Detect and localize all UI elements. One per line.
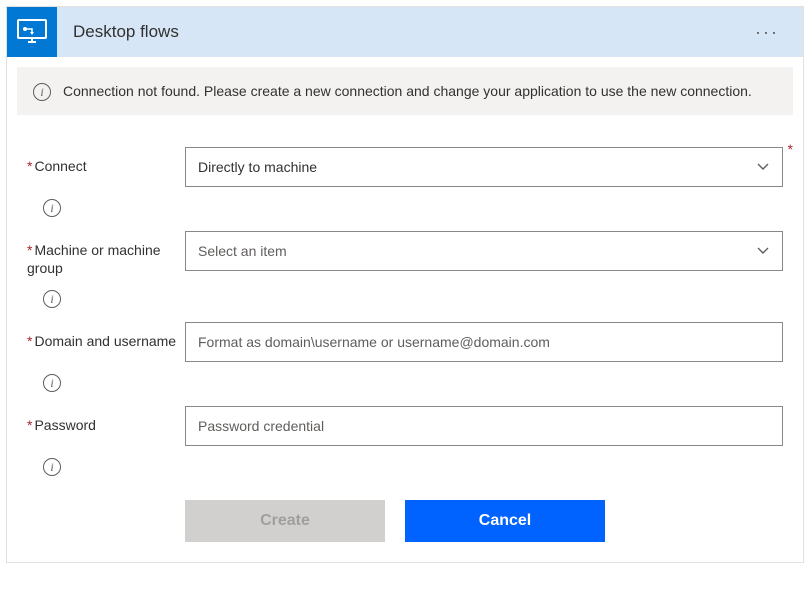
connect-select[interactable]: Directly to machine [185, 147, 783, 187]
info-icon[interactable]: i [43, 199, 61, 217]
info-icon: i [33, 83, 51, 101]
required-asterisk: * [27, 333, 32, 349]
connection-form: *Connect Directly to machine * i *Machin… [7, 125, 803, 561]
domain-user-label: *Domain and username [27, 322, 185, 350]
domain-user-row: *Domain and username [27, 322, 783, 362]
warning-message: Connection not found. Please create a ne… [63, 81, 752, 101]
connect-info-row: i [27, 199, 783, 217]
machine-row: *Machine or machine group Select an item [27, 231, 783, 277]
chevron-down-icon [756, 160, 770, 174]
info-icon[interactable]: i [43, 290, 61, 308]
desktop-flows-panel: Desktop flows ··· i Connection not found… [6, 6, 804, 563]
required-asterisk: * [27, 242, 32, 258]
info-icon[interactable]: i [43, 458, 61, 476]
connect-select-value: Directly to machine [198, 159, 317, 175]
warning-banner: i Connection not found. Please create a … [17, 67, 793, 115]
cancel-button[interactable]: Cancel [405, 500, 605, 542]
password-input[interactable] [185, 406, 783, 446]
machine-label: *Machine or machine group [27, 231, 185, 277]
password-info-row: i [27, 458, 783, 476]
chevron-down-icon [756, 244, 770, 258]
connect-label: *Connect [27, 147, 185, 175]
form-buttons: Create Cancel [185, 500, 783, 542]
password-row: *Password [27, 406, 783, 446]
machine-info-row: i [27, 290, 783, 308]
more-options-button[interactable]: ··· [747, 18, 787, 47]
machine-select[interactable]: Select an item [185, 231, 783, 271]
panel-title: Desktop flows [73, 22, 747, 42]
connect-row: *Connect Directly to machine * [27, 147, 783, 187]
required-asterisk: * [27, 417, 32, 433]
domain-user-input[interactable] [185, 322, 783, 362]
password-label: *Password [27, 406, 185, 434]
desktop-flows-icon [7, 7, 57, 57]
create-button[interactable]: Create [185, 500, 385, 542]
panel-header: Desktop flows ··· [7, 7, 803, 57]
machine-select-placeholder: Select an item [198, 243, 287, 259]
required-asterisk: * [788, 141, 793, 157]
info-icon[interactable]: i [43, 374, 61, 392]
domain-user-info-row: i [27, 374, 783, 392]
required-asterisk: * [27, 158, 32, 174]
